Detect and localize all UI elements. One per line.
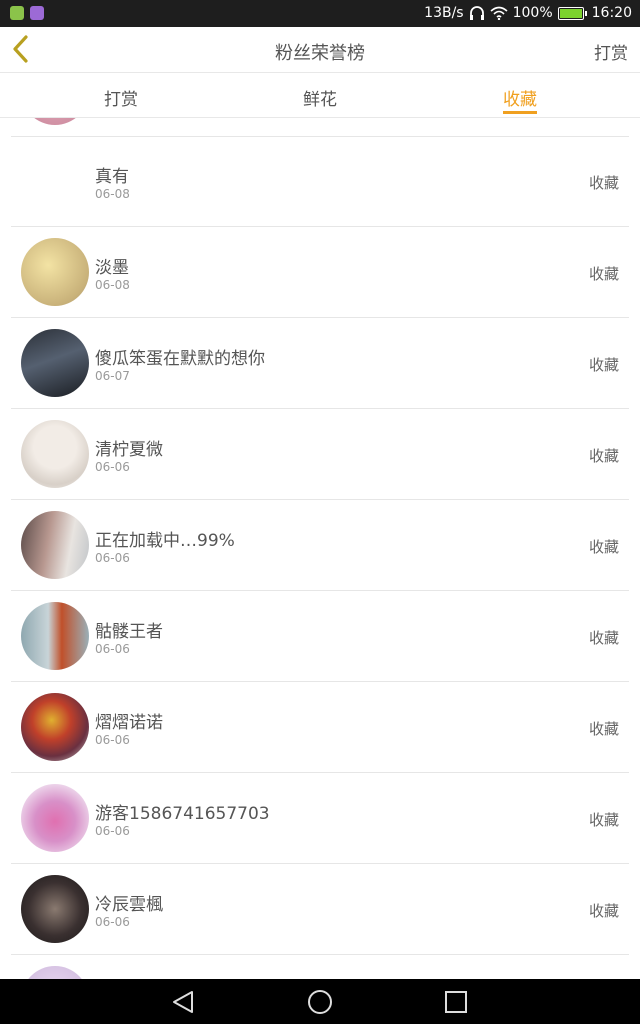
fan-date: 06-06 bbox=[95, 460, 130, 474]
favorite-label[interactable]: 收藏 bbox=[589, 900, 619, 921]
square-recents-icon bbox=[445, 991, 467, 1013]
nav-back-button[interactable] bbox=[170, 988, 198, 1016]
favorite-label[interactable]: 收藏 bbox=[589, 354, 619, 375]
favorite-label[interactable]: 收藏 bbox=[589, 536, 619, 557]
fan-date: 06-08 bbox=[95, 278, 130, 292]
fan-date: 06-08 bbox=[95, 187, 130, 201]
fan-name: 真有 bbox=[95, 167, 129, 187]
triangle-back-icon bbox=[173, 991, 193, 1013]
list-item[interactable]: 骷髅王者 06-06 收藏 bbox=[11, 591, 629, 682]
fan-name: 骷髅王者 bbox=[95, 622, 163, 642]
fan-date: 06-06 bbox=[95, 824, 130, 838]
tab-flowers[interactable]: 鲜花 bbox=[303, 85, 337, 110]
list-item[interactable]: 正在加载中…99% 06-06 收藏 bbox=[11, 500, 629, 591]
fan-date: 06-07 bbox=[95, 369, 130, 383]
battery-percent: 100% bbox=[512, 5, 553, 21]
favorite-label[interactable]: 收藏 bbox=[589, 627, 619, 648]
list-item[interactable]: 真有 06-08 收藏 bbox=[11, 136, 629, 227]
favorite-label[interactable]: 收藏 bbox=[589, 809, 619, 830]
fan-list[interactable]: 真有 06-08 收藏 淡墨 06-08 收藏 傻瓜笨蛋在默默的想你 06-07… bbox=[0, 118, 640, 979]
active-tab-indicator bbox=[503, 111, 537, 114]
avatar bbox=[21, 693, 89, 761]
list-item[interactable]: 清柠夏微 06-06 收藏 bbox=[11, 409, 629, 500]
status-bar-left bbox=[10, 6, 44, 20]
list-item[interactable]: 淡墨 06-08 收藏 bbox=[11, 227, 629, 318]
list-item[interactable]: 傻瓜笨蛋在默默的想你 06-07 收藏 bbox=[11, 318, 629, 409]
app-icon-green bbox=[10, 6, 24, 20]
list-item[interactable]: 游客1586741657703 06-06 收藏 bbox=[11, 773, 629, 864]
fan-date: 06-06 bbox=[95, 551, 130, 565]
status-bar-right: 13B/s 100% 16:20 bbox=[424, 5, 632, 21]
tab-favorites[interactable]: 收藏 bbox=[503, 85, 537, 110]
list-item[interactable]: 冷辰雲楓 06-06 收藏 bbox=[11, 864, 629, 955]
favorite-label[interactable]: 收藏 bbox=[589, 172, 619, 193]
fan-name: 熠熠诺诺 bbox=[95, 713, 163, 733]
reward-button[interactable]: 打赏 bbox=[594, 39, 628, 64]
favorite-label[interactable]: 收藏 bbox=[589, 263, 619, 284]
avatar bbox=[21, 238, 89, 306]
fan-date: 06-06 bbox=[95, 915, 130, 929]
circle-home-icon bbox=[308, 990, 332, 1014]
avatar bbox=[21, 966, 89, 979]
avatar bbox=[21, 329, 89, 397]
fan-name: 正在加载中…99% bbox=[95, 531, 235, 551]
headphones-icon bbox=[469, 6, 484, 20]
avatar bbox=[21, 602, 89, 670]
avatar bbox=[21, 511, 89, 579]
tab-reward[interactable]: 打赏 bbox=[104, 85, 138, 110]
fan-name: 清柠夏微 bbox=[95, 440, 163, 460]
nav-home-button[interactable] bbox=[306, 988, 334, 1016]
fan-name: 傻瓜笨蛋在默默的想你 bbox=[95, 349, 265, 369]
favorite-label[interactable]: 收藏 bbox=[589, 718, 619, 739]
network-speed: 13B/s bbox=[424, 5, 464, 21]
fan-date: 06-06 bbox=[95, 733, 130, 747]
status-bar: 13B/s 100% 16:20 bbox=[0, 0, 640, 27]
page-title: 粉丝荣誉榜 bbox=[275, 43, 365, 64]
fan-name: 冷辰雲楓 bbox=[95, 895, 163, 915]
navigation-bar bbox=[0, 979, 640, 1024]
nav-recents-button[interactable] bbox=[442, 988, 470, 1016]
avatar bbox=[21, 784, 89, 852]
list-item[interactable] bbox=[11, 955, 629, 979]
fan-name: 淡墨 bbox=[95, 258, 129, 278]
fan-date: 06-06 bbox=[95, 642, 130, 656]
title-bar: 粉丝荣誉榜 打赏 bbox=[0, 27, 640, 73]
list-item[interactable] bbox=[11, 118, 629, 137]
app-icon-purple bbox=[30, 6, 44, 20]
avatar bbox=[21, 875, 89, 943]
fan-name: 游客1586741657703 bbox=[95, 804, 270, 824]
clock: 16:20 bbox=[591, 5, 632, 21]
battery-tip bbox=[584, 10, 587, 16]
battery-icon bbox=[557, 6, 584, 20]
avatar bbox=[21, 118, 89, 125]
wifi-icon bbox=[490, 6, 508, 20]
list-item[interactable]: 熠熠诺诺 06-06 收藏 bbox=[11, 682, 629, 773]
favorite-label[interactable]: 收藏 bbox=[589, 445, 619, 466]
tab-bar: 打赏 鲜花 收藏 bbox=[0, 73, 640, 118]
avatar bbox=[21, 420, 89, 488]
